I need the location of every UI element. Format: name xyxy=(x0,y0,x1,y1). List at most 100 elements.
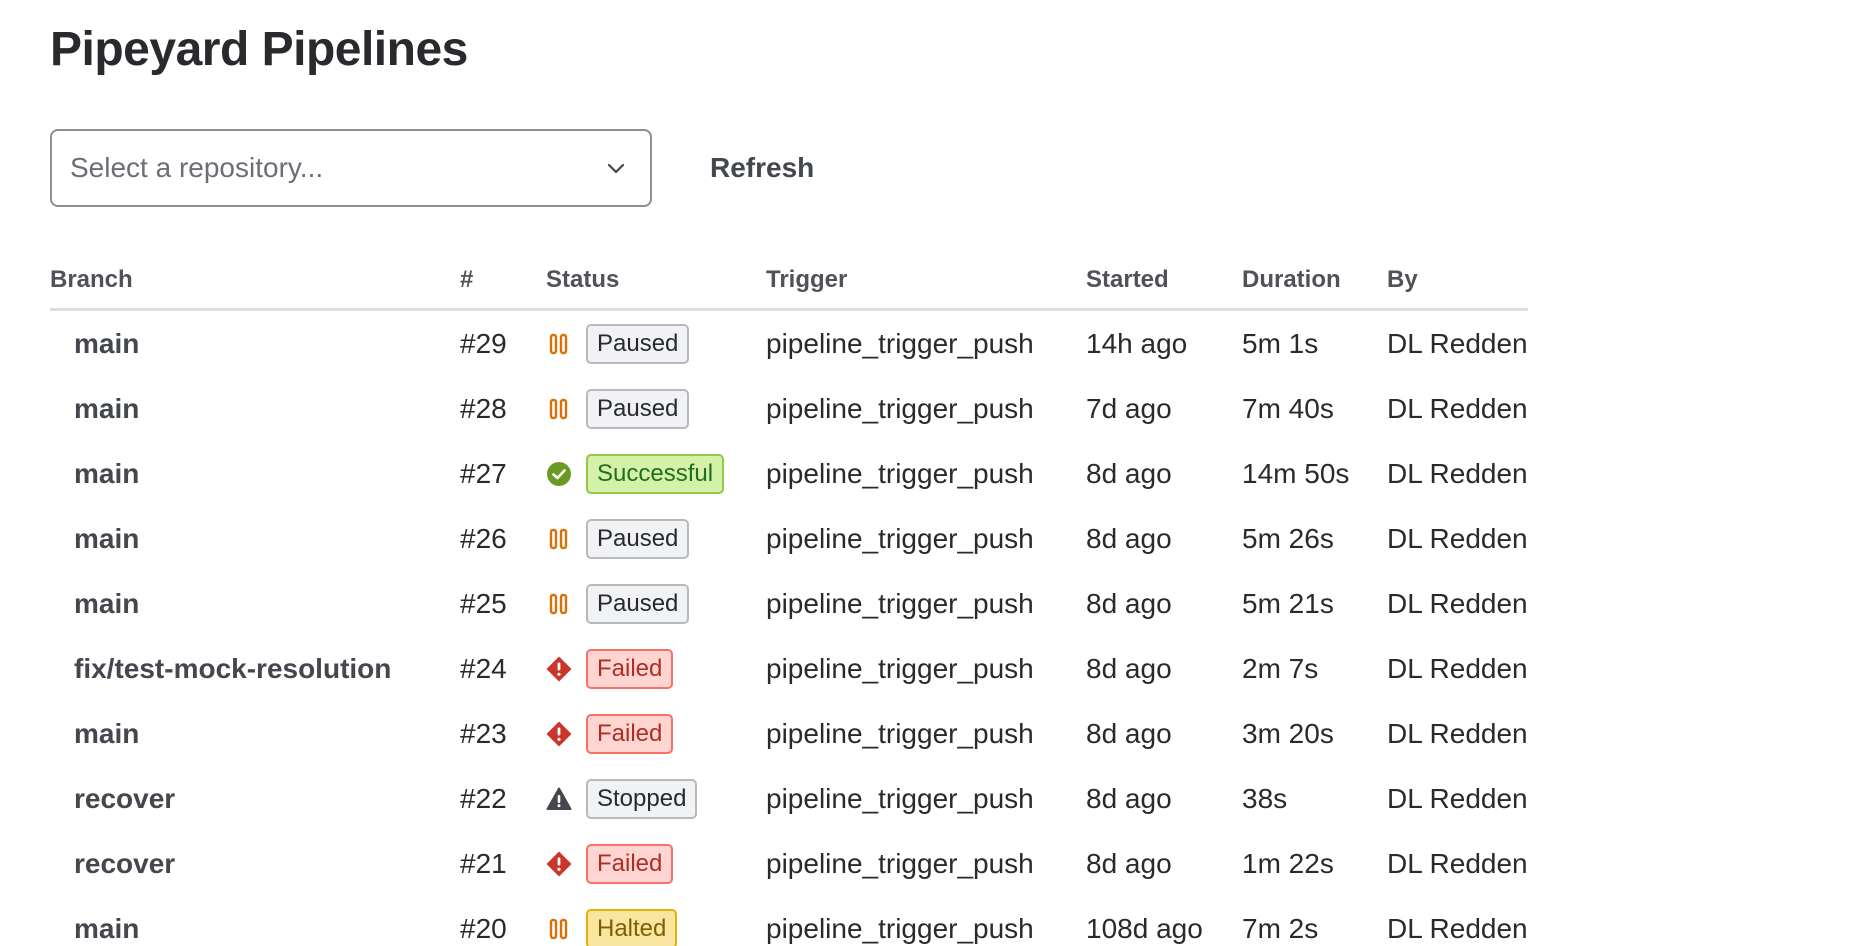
author-cell: DL Redden xyxy=(1387,327,1528,359)
table-row[interactable]: main #23 Failed pipeline_trigger_push 8d ago… xyxy=(50,701,1528,766)
table-row[interactable]: main #26 Paused pipeline_trigger_push 8d ago… xyxy=(50,506,1528,571)
error-diamond-icon xyxy=(546,656,572,682)
status-cell: Failed xyxy=(546,636,766,701)
table-row[interactable]: recover #21 Failed pipeline_trigger_push 8d … xyxy=(50,831,1528,896)
author-cell: DL Redden xyxy=(1387,717,1528,749)
status-badge: Successful xyxy=(586,453,725,494)
table-row[interactable]: main #20 Halted pipeline_trigger_push 108d a… xyxy=(50,896,1528,946)
duration-cell: 2m 7s xyxy=(1242,652,1319,684)
status-cell: Halted xyxy=(546,896,766,946)
branch-cell[interactable]: main xyxy=(50,310,460,377)
started-cell: 8d ago xyxy=(1086,522,1172,554)
started-cell: 7d ago xyxy=(1086,392,1172,424)
table-row[interactable]: main #27 Successful pipeline_trigger_push 8d… xyxy=(50,441,1528,506)
status-badge: Paused xyxy=(586,323,690,364)
trigger-cell: pipeline_trigger_push xyxy=(766,782,1034,814)
column-header-trigger[interactable]: Trigger xyxy=(766,262,1086,311)
status-cell: Failed xyxy=(546,701,766,766)
started-cell: 8d ago xyxy=(1086,587,1172,619)
trigger-cell: pipeline_trigger_push xyxy=(766,587,1034,619)
author-cell: DL Redden xyxy=(1387,847,1528,879)
warning-triangle-icon xyxy=(546,786,572,812)
duration-cell: 3m 20s xyxy=(1242,717,1334,749)
trigger-cell: pipeline_trigger_push xyxy=(766,847,1034,879)
run-number-cell: #29 xyxy=(460,327,507,359)
table-row[interactable]: recover #22 Stopped pipeline_trigger_push 8d… xyxy=(50,766,1528,831)
duration-cell: 1m 22s xyxy=(1242,847,1334,879)
run-number-cell: #26 xyxy=(460,522,507,554)
branch-cell[interactable]: main xyxy=(50,376,460,441)
run-number-cell: #25 xyxy=(460,587,507,619)
author-cell: DL Redden xyxy=(1387,652,1528,684)
duration-cell: 5m 1s xyxy=(1242,327,1319,359)
branch-cell[interactable]: fix/test-mock-resolution xyxy=(50,636,460,701)
branch-cell[interactable]: recover xyxy=(50,766,460,831)
status-badge: Paused xyxy=(586,388,690,429)
table-row[interactable]: fix/test-mock-resolution #24 Failed pipelin… xyxy=(50,636,1528,701)
refresh-button[interactable]: Refresh xyxy=(708,142,816,194)
trigger-cell: pipeline_trigger_push xyxy=(766,392,1034,424)
column-header-started[interactable]: Started xyxy=(1086,262,1242,311)
run-number-cell: #28 xyxy=(460,392,507,424)
status-cell: Failed xyxy=(546,831,766,896)
run-number-cell: #23 xyxy=(460,717,507,749)
branch-cell[interactable]: main xyxy=(50,506,460,571)
branch-cell[interactable]: main xyxy=(50,441,460,506)
run-number-cell: #22 xyxy=(460,782,507,814)
status-badge: Halted xyxy=(586,908,678,946)
status-badge: Paused xyxy=(586,518,690,559)
status-cell: Paused xyxy=(546,571,766,636)
branch-cell[interactable]: main xyxy=(50,896,460,946)
table-header-row: Branch # Status Trigger Started Duration… xyxy=(50,262,1528,311)
column-header-branch[interactable]: Branch xyxy=(50,262,460,311)
started-cell: 108d ago xyxy=(1086,912,1203,944)
status-badge: Paused xyxy=(586,583,690,624)
column-header-status[interactable]: Status xyxy=(546,262,766,311)
column-header-duration[interactable]: Duration xyxy=(1242,262,1387,311)
author-cell: DL Redden xyxy=(1387,782,1528,814)
duration-cell: 5m 21s xyxy=(1242,587,1334,619)
author-cell: DL Redden xyxy=(1387,392,1528,424)
author-cell: DL Redden xyxy=(1387,587,1528,619)
status-cell: Successful xyxy=(546,441,766,506)
started-cell: 8d ago xyxy=(1086,652,1172,684)
page-title: Pipeyard Pipelines xyxy=(50,23,468,76)
run-number-cell: #21 xyxy=(460,847,507,879)
duration-cell: 7m 2s xyxy=(1242,912,1319,944)
status-badge: Failed xyxy=(586,713,674,754)
duration-cell: 14m 50s xyxy=(1242,457,1350,489)
status-cell: Paused xyxy=(546,376,766,441)
trigger-cell: pipeline_trigger_push xyxy=(766,522,1034,554)
trigger-cell: pipeline_trigger_push xyxy=(766,457,1034,489)
chevron-down-icon xyxy=(604,156,628,180)
repository-select-placeholder: Select a repository... xyxy=(70,152,324,183)
started-cell: 14h ago xyxy=(1086,327,1188,359)
branch-cell[interactable]: main xyxy=(50,571,460,636)
error-diamond-icon xyxy=(546,721,572,747)
column-header-number[interactable]: # xyxy=(460,262,546,311)
pause-icon xyxy=(546,916,572,942)
run-number-cell: #27 xyxy=(460,457,507,489)
table-row[interactable]: main #25 Paused pipeline_trigger_push 8d ago… xyxy=(50,571,1528,636)
check-circle-icon xyxy=(546,461,572,487)
controls-bar: Select a repository... Refresh xyxy=(50,129,816,207)
pause-icon xyxy=(546,331,572,357)
pause-icon xyxy=(546,526,572,552)
started-cell: 8d ago xyxy=(1086,717,1172,749)
run-number-cell: #24 xyxy=(460,652,507,684)
started-cell: 8d ago xyxy=(1086,782,1172,814)
page: Pipeyard Pipelines Select a repository..… xyxy=(0,0,1850,946)
author-cell: DL Redden xyxy=(1387,522,1528,554)
author-cell: DL Redden xyxy=(1387,912,1528,944)
column-header-by[interactable]: By xyxy=(1387,262,1528,311)
status-cell: Paused xyxy=(546,310,766,377)
started-cell: 8d ago xyxy=(1086,847,1172,879)
table-row[interactable]: main #29 Paused pipeline_trigger_push 14h ag… xyxy=(50,310,1528,377)
trigger-cell: pipeline_trigger_push xyxy=(766,652,1034,684)
branch-cell[interactable]: recover xyxy=(50,831,460,896)
branch-cell[interactable]: main xyxy=(50,701,460,766)
repository-select[interactable]: Select a repository... xyxy=(50,129,652,207)
table-row[interactable]: main #28 Paused pipeline_trigger_push 7d ago… xyxy=(50,376,1528,441)
duration-cell: 5m 26s xyxy=(1242,522,1334,554)
status-cell: Stopped xyxy=(546,766,766,831)
